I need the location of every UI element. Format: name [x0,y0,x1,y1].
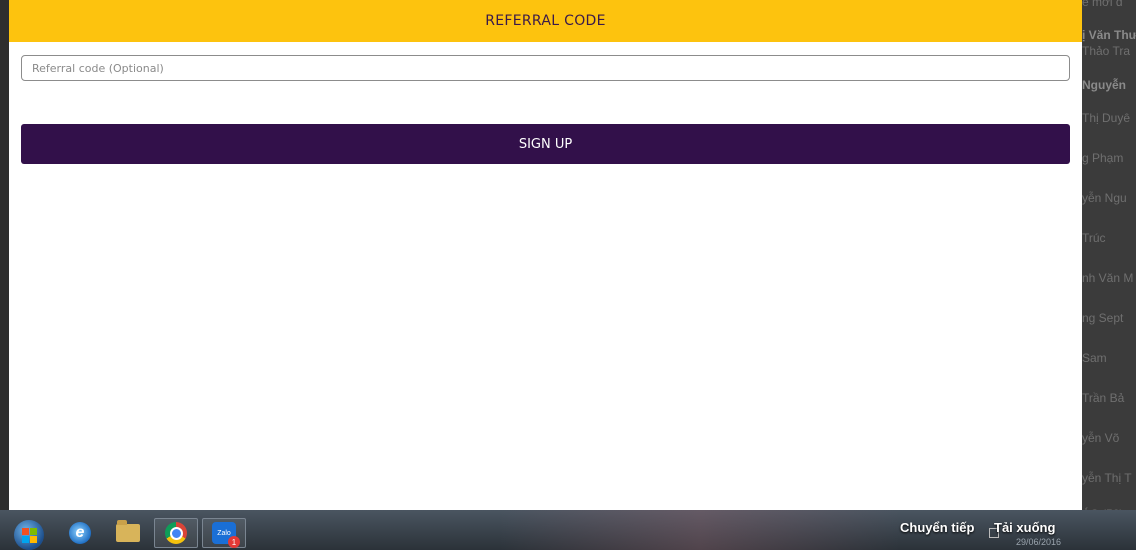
background-contact-item: Thị Duyê [1082,111,1131,125]
taskbar-app-file-explorer[interactable] [106,518,150,548]
background-contact-item: g Phạm [1082,151,1124,165]
background-contact-item: yễn Thị T [1082,471,1132,485]
referral-code-input[interactable] [21,55,1070,81]
taskbar-wallpaper-strip [500,510,900,550]
background-contact-item: nh Văn M [1082,271,1134,285]
start-button[interactable] [14,520,44,550]
modal-title: REFERRAL CODE [485,13,606,29]
ie-icon: e [69,522,91,544]
background-contact-item: Trần Bả [1082,391,1125,405]
background-contact-item: yễn Ngu [1082,191,1127,205]
download-link[interactable]: Tải xuống [994,520,1055,535]
tray-date: 29/06/2016 [1016,537,1062,547]
background-contact-item: yễn Võ [1082,431,1120,445]
taskbar-app-chrome[interactable] [154,518,198,548]
background-contact-list: e mới đ ị Văn Thư Thảo Tra Nguyễn Thị Duyê g … [1082,0,1136,550]
chrome-icon [165,522,187,544]
folder-icon [116,520,140,542]
background-contact-item: ng Sept [1082,311,1124,325]
modal-header: REFERRAL CODE [9,0,1082,42]
background-contact-item: Trúc [1082,231,1106,245]
background-window-left-edge [0,0,9,550]
notification-badge: 1 [228,536,240,548]
taskbar-app-internet-explorer[interactable]: e [58,518,102,548]
background-contact-item: Nguyễn [1082,78,1127,92]
background-contact-item: e mới đ [1082,0,1123,9]
sign-up-button[interactable]: SIGN UP [21,124,1070,164]
background-contact-item: Sam [1082,351,1107,365]
zalo-icon-label: Zalo [217,529,231,537]
forward-link[interactable]: Chuyển tiếp [900,520,974,535]
background-contact-item: Thảo Tra [1082,44,1131,58]
background-contact-item: ị Văn Thư [1082,28,1136,42]
taskbar-app-zalo[interactable]: Zalo 1 [202,518,246,548]
referral-modal: REFERRAL CODE SIGN UP [9,0,1082,510]
windows-logo-icon [21,527,37,543]
zalo-icon: Zalo 1 [212,522,240,548]
